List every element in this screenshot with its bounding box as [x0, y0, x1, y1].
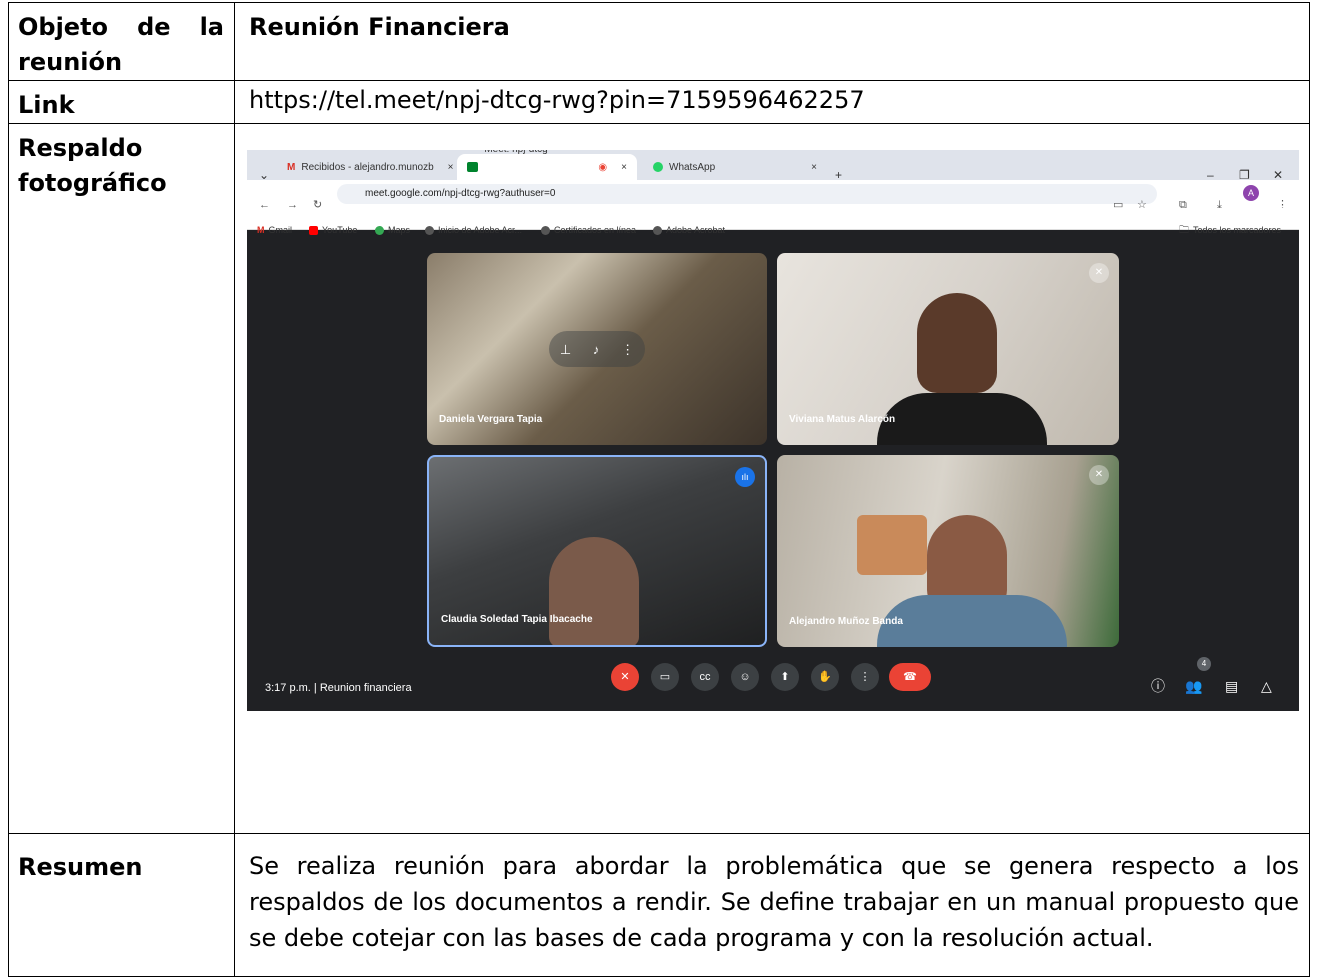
- meet-icon: [467, 162, 479, 172]
- globe-icon: [653, 226, 662, 235]
- objeto-label: Objeto de la reunión: [18, 13, 224, 76]
- bookmark-label: Adobe Acrobat: [666, 225, 726, 235]
- bookmark-label: Maps: [388, 225, 411, 235]
- bookmark-gmail[interactable]: M Gmail: [257, 213, 292, 248]
- tile-hover-controls: ⊥ ♪ ⋮: [549, 331, 645, 367]
- participant-count-badge: 4: [1197, 657, 1211, 671]
- people-icon[interactable]: 👥: [1185, 669, 1202, 704]
- pin-icon[interactable]: ⊥: [560, 332, 571, 367]
- link-label: Link: [8, 80, 235, 124]
- more-options-button[interactable]: ⋮: [851, 663, 879, 691]
- globe-icon: [541, 226, 550, 235]
- meeting-title: Reunion financiera: [319, 682, 412, 694]
- participant-silhouette: [877, 393, 1047, 445]
- bookmark-label: Todos los marcadores: [1193, 225, 1282, 235]
- participant-name: Viviana Matus Alarcón: [789, 414, 896, 425]
- objeto-value: Reunión Financiera: [234, 2, 1310, 81]
- whatsapp-icon: [653, 162, 663, 172]
- video-tile-viviana[interactable]: ✕ Viviana Matus Alarcón: [777, 253, 1119, 445]
- camera-button[interactable]: ▭: [651, 663, 679, 691]
- folder-icon: 🗀: [1179, 225, 1189, 236]
- participant-silhouette: [917, 293, 997, 393]
- tab-gmail[interactable]: M Recibidos - alejandro.munozb ×: [277, 154, 463, 180]
- gmail-icon: M: [257, 225, 265, 235]
- activities-icon[interactable]: △: [1261, 669, 1272, 704]
- muted-mic-icon: ✕: [1089, 465, 1109, 485]
- mic-off-button[interactable]: ✕: [611, 663, 639, 691]
- meet-screenshot: ⌄ M Recibidos - alejandro.munozb × Meet:…: [247, 150, 1299, 711]
- video-tile-claudia[interactable]: ılı Claudia Soledad Tapia Ibacache: [427, 455, 767, 647]
- participant-silhouette: [877, 595, 1067, 647]
- browser-toolbar: ← → ↻ meet.google.com/npj-dtcg-rwg?authu…: [247, 180, 1299, 211]
- bookmark-youtube[interactable]: YouTube: [309, 213, 357, 248]
- profile-avatar[interactable]: A: [1243, 185, 1259, 201]
- tab-meet[interactable]: Meet: npj-dtcg-rwg ◉ ×: [457, 150, 637, 190]
- video-tile-daniela[interactable]: ⊥ ♪ ⋮ Daniela Vergara Tapia: [427, 253, 767, 445]
- end-call-button[interactable]: ☎: [889, 663, 931, 691]
- background-object: [857, 515, 927, 575]
- browser-tabbar: ⌄ M Recibidos - alejandro.munozb × Meet:…: [247, 150, 1299, 190]
- participant-name: Claudia Soledad Tapia Ibacache: [441, 614, 593, 625]
- raise-hand-button[interactable]: ✋: [811, 663, 839, 691]
- mic-icon[interactable]: ♪: [593, 332, 600, 367]
- youtube-icon: [309, 226, 318, 235]
- info-icon[interactable]: ⓘ: [1151, 669, 1165, 704]
- resumen-value: Se realiza reunión para abordar la probl…: [234, 833, 1310, 977]
- bookmark-label: Certificados en línea: [554, 225, 637, 235]
- all-bookmarks[interactable]: 🗀 Todos los marcadores: [1179, 213, 1281, 248]
- bookmark-label: YouTube: [322, 225, 358, 235]
- meeting-time-info: 3:17 p.m. | Reunion financiera: [265, 682, 412, 694]
- emoji-button[interactable]: ☺: [731, 663, 759, 691]
- bookmarks-bar: M Gmail YouTube Maps Inicio de Adobe Acr.…: [247, 208, 1299, 236]
- captions-button[interactable]: cc: [691, 663, 719, 691]
- objeto-label-cell: Objeto de la reunión: [8, 2, 235, 81]
- photo-cell: ⌄ M Recibidos - alejandro.munozb × Meet:…: [234, 123, 1310, 834]
- globe-icon: [425, 226, 434, 235]
- tab-whatsapp[interactable]: WhatsApp ×: [643, 154, 843, 180]
- bookmark-label: Inicio de Adobe Acr...: [438, 225, 523, 235]
- meet-controls-bar: 3:17 p.m. | Reunion financiera ✕ ▭ cc ☺ …: [247, 649, 1299, 711]
- participant-name: Daniela Vergara Tapia: [439, 414, 543, 425]
- bookmark-maps[interactable]: Maps: [375, 213, 410, 248]
- address-bar[interactable]: meet.google.com/npj-dtcg-rwg?authuser=0: [337, 184, 1157, 204]
- bookmark-certificados[interactable]: Certificados en línea: [541, 213, 636, 248]
- bookmark-adobe-home[interactable]: Inicio de Adobe Acr...: [425, 213, 522, 248]
- resumen-label: Resumen: [8, 833, 235, 977]
- chat-icon[interactable]: ▤: [1225, 669, 1238, 704]
- meeting-time: 3:17 p.m.: [265, 682, 311, 694]
- speaking-indicator-icon: ılı: [735, 467, 755, 487]
- bookmark-acrobat[interactable]: Adobe Acrobat: [653, 213, 725, 248]
- meeting-record-table: Objeto de la reunión Reunión Financiera …: [8, 2, 1310, 977]
- more-options-icon[interactable]: ⋮: [621, 332, 634, 367]
- present-button[interactable]: ⬆: [771, 663, 799, 691]
- participant-name: Alejandro Muñoz Banda: [789, 616, 903, 627]
- muted-mic-icon: ✕: [1089, 263, 1109, 283]
- respaldo-label: Respaldo fotográfico: [18, 134, 167, 197]
- video-tile-alejandro[interactable]: ✕ Alejandro Muñoz Banda: [777, 455, 1119, 647]
- maps-icon: [375, 226, 384, 235]
- link-value[interactable]: https://tel.meet/npj-dtcg-rwg?pin=715959…: [234, 80, 1310, 124]
- respaldo-label-cell: Respaldo fotográfico: [8, 123, 235, 834]
- bookmark-label: Gmail: [268, 225, 293, 235]
